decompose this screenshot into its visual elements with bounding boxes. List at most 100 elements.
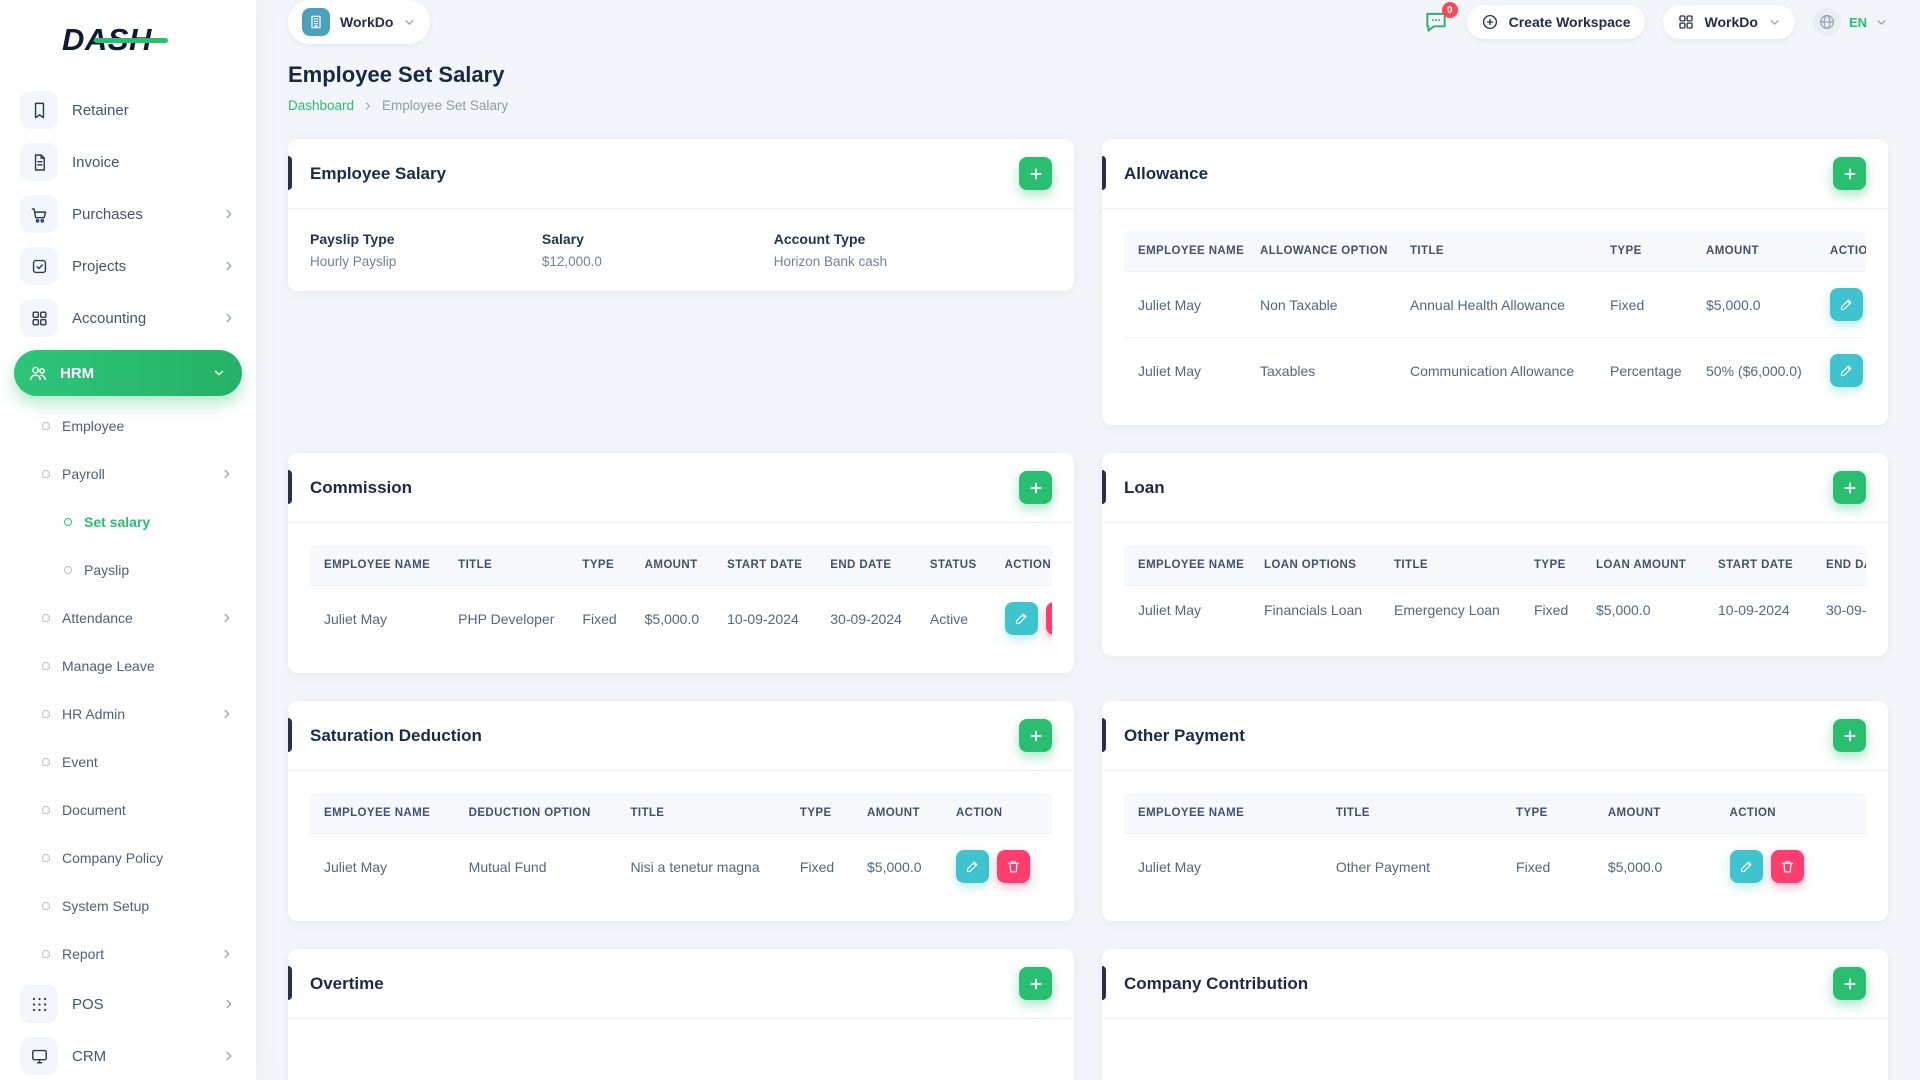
add-button[interactable] — [1019, 157, 1052, 190]
sidebar-item-company-policy[interactable]: Company Policy — [0, 834, 256, 882]
sidebar-item-accounting[interactable]: Accounting — [0, 292, 256, 344]
sidebar-item-projects[interactable]: Projects — [0, 240, 256, 292]
pencil-icon — [1840, 365, 1852, 377]
sidebar-item-crm[interactable]: CRM — [0, 1030, 256, 1080]
sidebar-item-hr-admin[interactable]: HR Admin — [0, 690, 256, 738]
delete-button[interactable] — [1045, 602, 1052, 635]
commission-card: Commission EMPLOYEE NAME TITLE TYPE AMOU… — [288, 453, 1074, 673]
sidebar-item-hrm-active[interactable]: HRM — [14, 350, 242, 396]
add-button[interactable] — [1019, 471, 1052, 504]
sidebar-item-set-salary[interactable]: Set salary — [0, 498, 256, 546]
messages-button[interactable]: 0 — [1423, 2, 1458, 35]
sidebar-item-payroll[interactable]: Payroll — [0, 450, 256, 498]
other-payment-table-wrap: EMPLOYEE NAME TITLE TYPE AMOUNT ACTION J… — [1124, 793, 1866, 899]
sidebar-item-system-setup[interactable]: System Setup — [0, 882, 256, 930]
monitor-icon — [20, 1037, 58, 1075]
sidebar-item-label: Retainer — [72, 101, 129, 119]
logo-accent-line — [93, 38, 168, 43]
card-header: Allowance — [1102, 139, 1888, 209]
edit-button[interactable] — [1729, 850, 1763, 883]
grid-icon — [20, 299, 58, 337]
delete-button[interactable] — [1770, 850, 1804, 883]
cell-amount: $5,000.0 — [1692, 271, 1816, 338]
building-icon — [302, 8, 330, 36]
sidebar-item-payslip[interactable]: Payslip — [0, 546, 256, 594]
table-header-row: EMPLOYEE NAME LOAN OPTIONS TITLE TYPE LO… — [1124, 545, 1866, 586]
sidebar-item-manage-leave[interactable]: Manage Leave — [0, 642, 256, 690]
breadcrumb-dashboard-link[interactable]: Dashboard — [288, 98, 354, 113]
add-button[interactable] — [1019, 967, 1052, 1000]
trash-icon — [1007, 861, 1020, 873]
edit-button[interactable] — [1004, 602, 1038, 635]
saturation-deduction-table: EMPLOYEE NAME DEDUCTION OPTION TITLE TYP… — [310, 793, 1052, 899]
language-selector[interactable]: EN — [1812, 8, 1888, 36]
edit-button[interactable] — [955, 850, 989, 883]
sidebar-item-label: Employee — [62, 418, 125, 434]
column-header: TYPE — [1502, 793, 1594, 834]
sidebar-item-label: Set salary — [84, 514, 151, 530]
cell-type: Fixed — [1520, 585, 1582, 634]
create-workspace-button[interactable]: Create Workspace — [1466, 5, 1645, 39]
app-logo[interactable]: DASH — [62, 22, 168, 58]
commission-table: EMPLOYEE NAME TITLE TYPE AMOUNT START DA… — [310, 545, 1052, 651]
card-body — [288, 1019, 1074, 1080]
delete-button[interactable] — [996, 850, 1030, 883]
sidebar-item-employee[interactable]: Employee — [0, 402, 256, 450]
cell-title: PHP Developer — [444, 585, 569, 651]
cell-employee-name: Juliet May — [1124, 337, 1246, 403]
table-row: Juliet May Other Payment Fixed $5,000.0 — [1124, 833, 1866, 899]
add-button[interactable] — [1833, 157, 1866, 190]
sidebar-item-pos[interactable]: POS — [0, 978, 256, 1030]
card-header: Employee Salary — [288, 139, 1074, 209]
card-header: Commission — [288, 453, 1074, 523]
edit-button[interactable] — [1830, 354, 1863, 387]
sidebar-item-purchases[interactable]: Purchases — [0, 188, 256, 240]
sidebar-item-label: Projects — [72, 257, 127, 275]
sidebar-item-retainer[interactable]: Retainer — [0, 84, 256, 136]
other-payment-table: EMPLOYEE NAME TITLE TYPE AMOUNT ACTION J… — [1124, 793, 1866, 899]
add-button[interactable] — [1833, 719, 1866, 752]
apps-grid-icon — [1677, 13, 1695, 31]
sidebar-item-label: Document — [62, 802, 126, 818]
cell-title: Annual Health Allowance — [1396, 271, 1596, 338]
sidebar-item-invoice[interactable]: Invoice — [0, 136, 256, 188]
page-title: Employee Set Salary — [288, 62, 505, 87]
cell-employee-name: Juliet May — [1124, 833, 1322, 899]
cell-end-date: 30-09-2024 — [1812, 585, 1866, 634]
saturation-deduction-card: Saturation Deduction EMPLOYEE NAME DEDUC… — [288, 701, 1074, 921]
sidebar-item-document[interactable]: Document — [0, 786, 256, 834]
add-button[interactable] — [1019, 719, 1052, 752]
column-header: AMOUNT — [1593, 793, 1716, 834]
check-square-icon — [20, 247, 58, 285]
column-header: TYPE — [785, 793, 854, 834]
sidebar-item-label: Purchases — [72, 205, 143, 223]
column-header: TITLE — [616, 793, 786, 834]
sidebar-item-report[interactable]: Report — [0, 930, 256, 978]
card-header: Other Payment — [1102, 701, 1888, 771]
add-button[interactable] — [1833, 471, 1866, 504]
sidebar-item-attendance[interactable]: Attendance — [0, 594, 256, 642]
column-header: TYPE — [1596, 231, 1692, 272]
globe-icon — [1812, 8, 1841, 36]
column-header: END DATE — [816, 545, 916, 586]
table-row: Juliet May Taxables Communication Allowa… — [1124, 337, 1866, 403]
edit-button[interactable] — [1830, 288, 1863, 321]
cell-action — [941, 833, 1052, 899]
chevron-right-icon — [222, 311, 236, 325]
chevron-right-icon — [362, 100, 374, 112]
column-header: ACTION — [990, 545, 1052, 586]
workdo-menu-button[interactable]: WorkDo — [1662, 5, 1795, 39]
cell-employee-name: Juliet May — [1124, 271, 1246, 338]
add-button[interactable] — [1833, 967, 1866, 1000]
topbar-actions: 0 Create Workspace WorkDo EN — [1423, 2, 1888, 39]
field-label: Salary — [541, 231, 584, 247]
chevron-right-icon — [220, 467, 234, 481]
plus-icon — [1843, 977, 1856, 990]
sidebar-item-event[interactable]: Event — [0, 738, 256, 786]
cell-start-date: 10-09-2024 — [1704, 585, 1812, 634]
chevron-right-icon — [222, 207, 236, 221]
cell-action — [990, 585, 1052, 651]
card-body: EMPLOYEE NAME LOAN OPTIONS TITLE TYPE LO… — [1102, 523, 1888, 656]
workspace-switcher[interactable]: WorkDo — [288, 0, 431, 44]
workspace-name: WorkDo — [340, 14, 394, 30]
